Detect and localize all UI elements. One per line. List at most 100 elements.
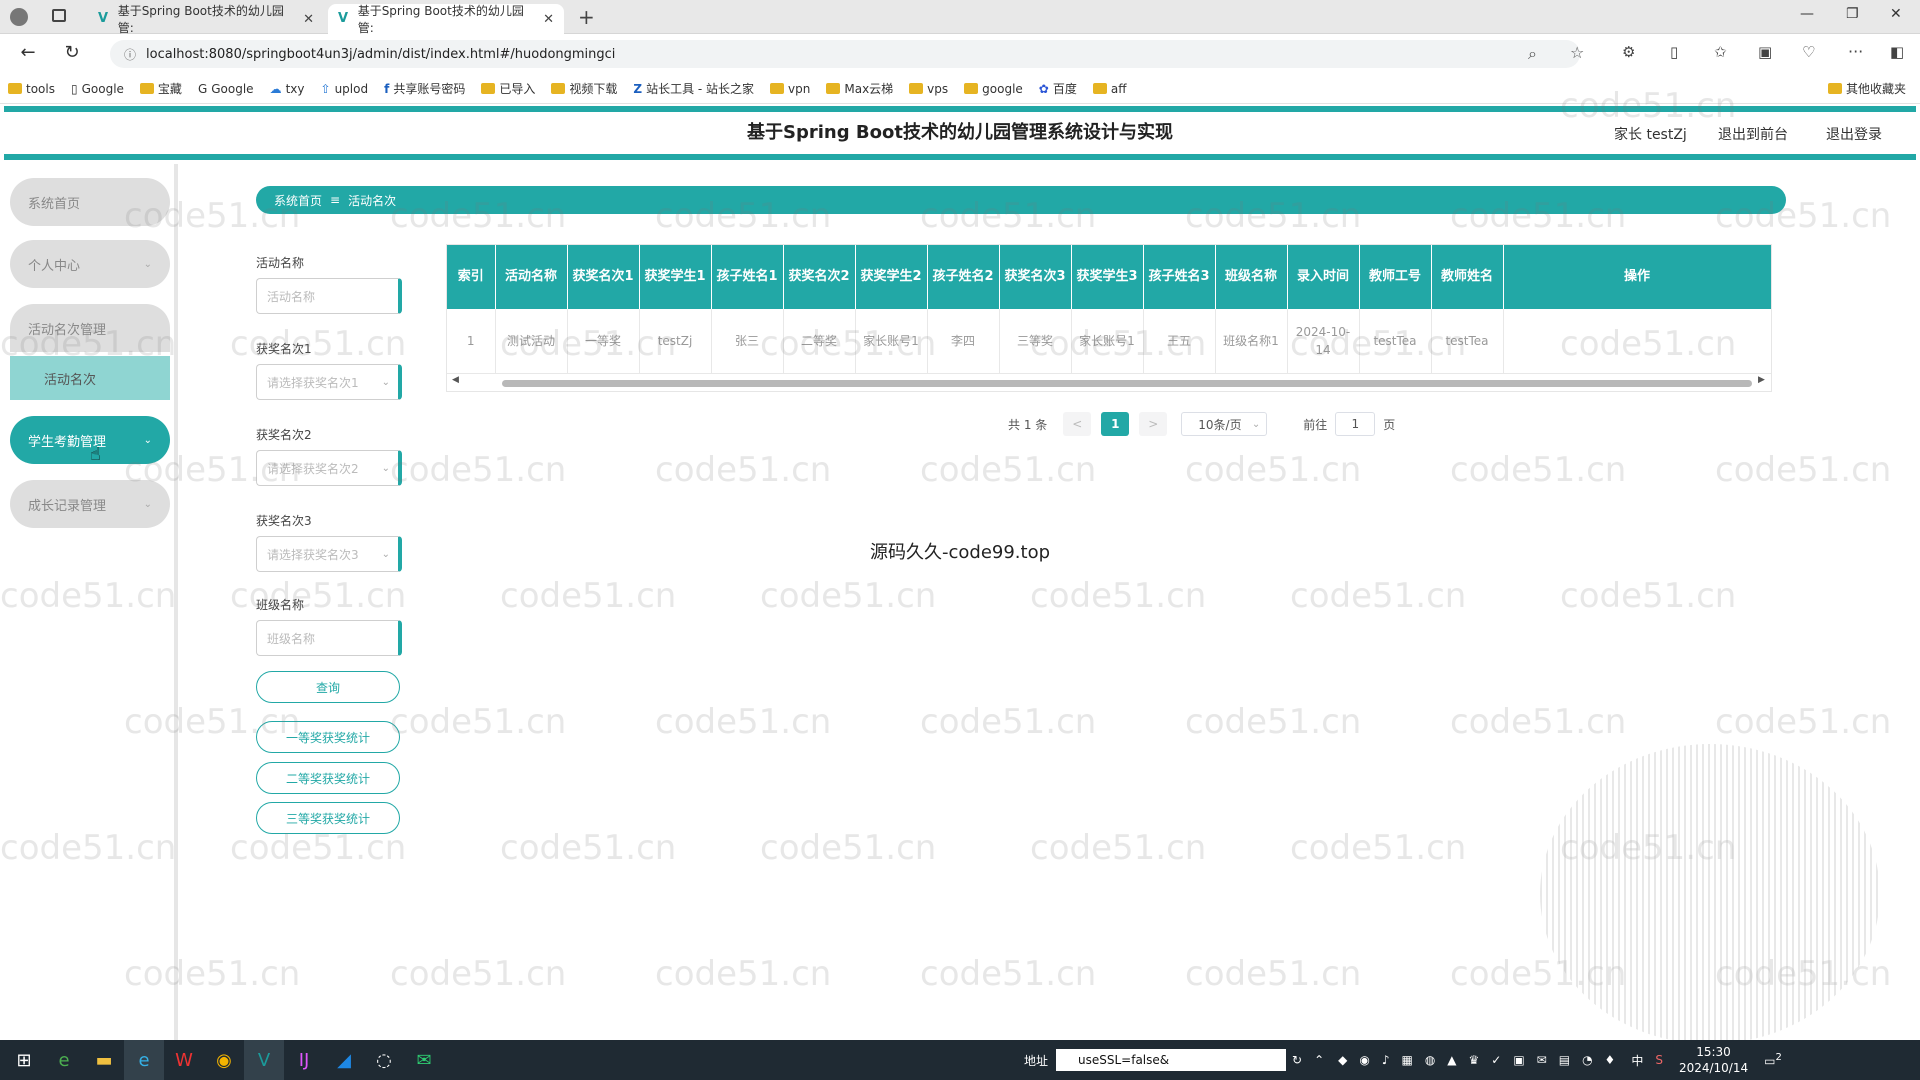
bookmark-google-2[interactable]: G Google	[198, 82, 254, 96]
bookmark-uplod[interactable]: ⇧ uplod	[321, 82, 369, 96]
next-page-button[interactable]: >	[1139, 412, 1168, 436]
more-icon[interactable]: ···	[1848, 42, 1863, 61]
extensions-icon[interactable]: ⚙	[1622, 43, 1635, 61]
favorites-icon[interactable]: ✩	[1714, 43, 1727, 61]
table-cell: 班级名称1	[1215, 309, 1288, 374]
sidebar-item-home[interactable]: 系统首页	[10, 178, 170, 226]
award1-select[interactable]: 请选择获奖名次1 ⌄	[256, 364, 402, 400]
chrome-icon[interactable]: ◉	[204, 1040, 244, 1080]
facebook-icon: f	[384, 81, 390, 96]
sidebar-item-profile[interactable]: 个人中心 ⌄	[10, 240, 170, 288]
page-size-select[interactable]: 10条/页 ⌄	[1181, 412, 1268, 436]
bookmark-vps[interactable]: vps	[909, 82, 948, 96]
minimize-icon[interactable]: —	[1800, 6, 1814, 22]
qq-icon[interactable]: ◌	[364, 1040, 404, 1080]
browser-green-icon[interactable]: e	[44, 1040, 84, 1080]
sidebar-item-activity-rank[interactable]: 活动名次管理	[10, 304, 170, 352]
bookmark-aff[interactable]: aff	[1092, 82, 1127, 96]
sidebar-item-growth-record[interactable]: 成长记录管理 ⌄	[10, 480, 170, 528]
tray-up-icon[interactable]: ⌃	[1314, 1053, 1324, 1067]
query-button[interactable]: 查询	[256, 671, 400, 703]
class-name-input[interactable]: 班级名称	[256, 620, 402, 656]
close-tab-icon[interactable]: ✕	[303, 12, 314, 27]
browser-tab-2[interactable]: V 基于Spring Boot技术的幼儿园管: ✕	[328, 4, 564, 35]
collections-icon[interactable]: ▣	[1758, 43, 1772, 61]
tray-apps-icon: ◆◉♪▦◍▲♛✓▣✉▤◔♦	[1338, 1053, 1628, 1067]
bookmark-imported[interactable]: 已导入	[481, 80, 535, 97]
back-icon[interactable]: ←	[14, 42, 42, 63]
table-row[interactable]: 1 测试活动 一等奖 testZj 张三 二等奖 家长账号1 李四 三等奖 家长…	[447, 309, 1771, 374]
sidebar-toggle-icon[interactable]: ◧	[1890, 43, 1904, 61]
split-screen-icon[interactable]: ▯	[1670, 43, 1678, 61]
scrollbar-thumb[interactable]	[502, 380, 1752, 387]
column-header: 操作	[1503, 245, 1771, 309]
profile-icon[interactable]	[10, 8, 28, 26]
bookmark-google-folder[interactable]: google	[964, 82, 1023, 96]
bookmark-other[interactable]: 其他收藏夹	[1827, 80, 1906, 97]
url-field[interactable]: ⓘ localhost:8080/springboot4un3j/admin/d…	[110, 40, 1580, 68]
wps-icon[interactable]: W	[164, 1040, 204, 1080]
url-text: localhost:8080/springboot4un3j/admin/dis…	[146, 46, 616, 62]
clock[interactable]: 15:30 2024/10/14	[1679, 1044, 1748, 1076]
bookmark-vpn[interactable]: vpn	[770, 82, 810, 96]
system-tray: 地址 useSSL=false& ↻ ⌃ ◆◉♪▦◍▲♛✓▣✉▤◔♦ 中 S 1…	[1024, 1040, 1920, 1080]
column-header: 活动名称	[495, 245, 568, 309]
close-window-icon[interactable]: ✕	[1890, 6, 1902, 22]
editor-icon[interactable]: ◢	[324, 1040, 364, 1080]
breadcrumb-home[interactable]: 系统首页	[274, 192, 322, 209]
browser-tab-1[interactable]: V 基于Spring Boot技术的幼儿园管: ✕	[88, 4, 324, 35]
bookmark-google[interactable]: ▯ Google	[71, 82, 124, 96]
bookmark-chinaz[interactable]: Z 站长工具 - 站长之家	[633, 80, 754, 97]
reload-icon[interactable]: ↻	[58, 42, 86, 63]
bookmark-max[interactable]: Max云梯	[826, 80, 893, 97]
table-cell: 二等奖	[783, 309, 856, 374]
column-header: 录入时间	[1287, 245, 1360, 309]
file-explorer-icon[interactable]: ▬	[84, 1040, 124, 1080]
award2-select[interactable]: 请选择获奖名次2 ⌄	[256, 450, 402, 486]
horizontal-scrollbar[interactable]: ◀ ▶	[452, 375, 1768, 388]
second-prize-stats-button[interactable]: 二等奖获奖统计	[256, 762, 400, 794]
favorite-star-icon[interactable]: ☆	[1570, 43, 1584, 62]
table-cell: testTea	[1359, 309, 1432, 374]
bookmark-video-download[interactable]: 视频下载	[551, 80, 617, 97]
logout-link[interactable]: 退出登录	[1826, 124, 1882, 144]
bookmark-txy[interactable]: ☁ txy	[270, 82, 305, 96]
bookmark-baidu[interactable]: ✿ 百度	[1039, 80, 1077, 97]
watermark-text: code51.cn	[655, 450, 832, 490]
browser-essentials-icon[interactable]: ♡	[1802, 43, 1815, 61]
page-1-button[interactable]: 1	[1101, 412, 1130, 436]
ime-indicator[interactable]: 中	[1631, 1052, 1643, 1069]
close-tab-icon[interactable]: ✕	[543, 12, 554, 27]
table-cell: 测试活动	[495, 309, 568, 374]
clock-time: 15:30	[1696, 1045, 1731, 1059]
wechat-icon[interactable]: ✉	[404, 1040, 444, 1080]
tab-actions-icon[interactable]	[52, 9, 66, 22]
sidebar	[4, 164, 178, 1044]
activity-name-input[interactable]: 活动名称	[256, 278, 402, 314]
scroll-right-icon[interactable]: ▶	[1758, 375, 1765, 385]
notification-icon[interactable]: ▭2	[1764, 1052, 1782, 1068]
prev-page-button[interactable]: <	[1063, 412, 1092, 436]
intellij-icon[interactable]: IJ	[284, 1040, 324, 1080]
address-toolbar-input[interactable]: useSSL=false&	[1056, 1049, 1287, 1071]
scroll-left-icon[interactable]: ◀	[452, 375, 459, 385]
bookmark-tools[interactable]: tools	[8, 82, 55, 96]
page-jump-input[interactable]: 1	[1335, 412, 1376, 436]
first-prize-stats-button[interactable]: 一等奖获奖统计	[256, 721, 400, 753]
restore-icon[interactable]: ❐	[1846, 6, 1859, 22]
windows-start-icon[interactable]: ⊞	[4, 1040, 44, 1080]
bookmark-shared-accounts[interactable]: f 共享账号密码	[384, 80, 465, 97]
vue-app-icon[interactable]: V	[244, 1040, 284, 1080]
bookmark-baozang[interactable]: 宝藏	[139, 80, 182, 97]
sidebar-subitem-activity-rank[interactable]: 活动名次	[10, 356, 170, 400]
column-header: 获奖学生3	[1071, 245, 1144, 309]
notification-count: 2	[1775, 1052, 1782, 1063]
class-name-label: 班级名称	[256, 598, 305, 612]
third-prize-stats-button[interactable]: 三等奖获奖统计	[256, 802, 400, 834]
edge-icon[interactable]: e	[124, 1040, 164, 1080]
exit-to-front-link[interactable]: 退出到前台	[1718, 124, 1788, 144]
refresh-icon[interactable]: ↻	[1292, 1053, 1302, 1067]
table-header-row: 索引 活动名称 获奖名次1 获奖学生1 孩子姓名1 获奖名次2 获奖学生2 孩子…	[447, 245, 1771, 309]
zoom-icon[interactable]: ⌕	[1528, 44, 1537, 64]
new-tab-icon[interactable]: +	[578, 5, 595, 29]
